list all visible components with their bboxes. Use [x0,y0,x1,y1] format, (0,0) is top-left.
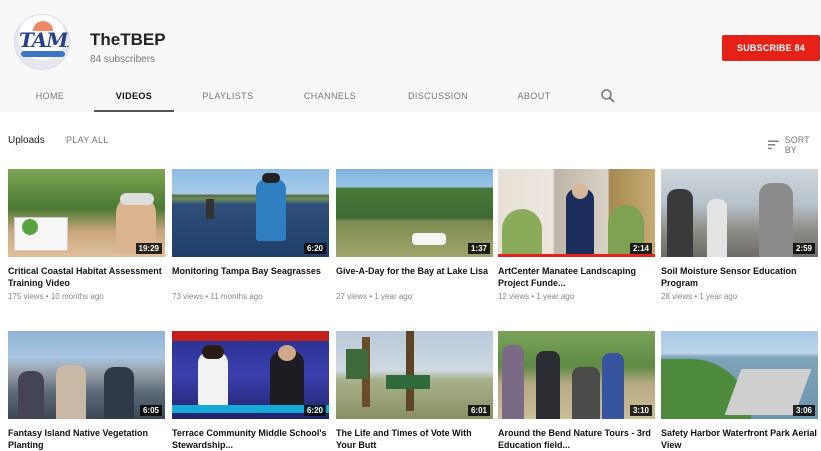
thumbnail-person [18,371,44,419]
video-duration: 2:59 [792,243,815,254]
video-title[interactable]: Safety Harbor Waterfront Park Aerial Vie… [661,427,818,451]
video-title[interactable]: Terrace Community Middle School's Stewar… [172,427,329,451]
video-duration: 1:37 [467,243,490,254]
thumbnail-person [667,189,693,257]
thumbnail-person [759,183,793,257]
thumbnail-person [602,353,624,419]
video-duration: 6:01 [467,405,490,416]
video-duration: 19:29 [135,243,162,254]
thumbnail-post [406,331,414,411]
video-title[interactable]: Around the Bend Nature Tours - 3rd Educa… [498,427,655,451]
thumbnail-person [262,173,280,183]
subscribe-button[interactable]: SUBSCRIBE 84 [722,35,820,61]
video-title[interactable]: Fantasy Island Native Vegetation Plantin… [8,427,165,451]
logo-text: TAMPA [19,28,69,52]
thumbnail-person [256,179,286,241]
sort-label: SORT BY [784,135,810,155]
video-duration: 6:20 [303,243,326,254]
video-title[interactable]: Give-A-Day for the Bay at Lake Lisa [336,265,493,289]
thumbnail-person [572,183,588,199]
thumbnail-person [120,193,154,205]
thumbnail-sign [386,375,430,389]
channel-header: TAMPA TheTBEP 84 subscribers SUBSCRIBE 8… [0,0,821,112]
channel-tabs: HOME VIDEOS PLAYLISTS CHANNELS DISCUSSIO… [0,80,821,112]
video-meta: 12 views • 1 year ago [498,292,575,301]
subscriber-count: 84 subscribers [90,54,156,65]
video-meta: 73 views • 11 months ago [172,292,263,301]
thumbnail-car [412,233,446,245]
thumbnail-person [707,199,727,257]
uploads-bar: Uploads PLAY ALL SORT BY [8,135,820,155]
video-duration: 6:05 [139,405,162,416]
video-title[interactable]: The Life and Times of Vote With Your But… [336,427,493,451]
video-meta: 175 views • 10 months ago [8,292,104,301]
video-title[interactable]: Monitoring Tampa Bay Seagrasses [172,265,329,289]
video-meta: 28 views • 1 year ago [661,292,738,301]
sort-icon [768,140,779,150]
video-card[interactable]: 3:10 Around the Bend Nature Tours - 3rd … [498,331,655,451]
video-thumbnail[interactable]: 6:01 [336,331,493,419]
sort-button[interactable]: SORT BY [768,135,820,155]
tab-videos[interactable]: VIDEOS [94,80,174,112]
thumbnail-person [536,351,560,419]
video-title[interactable]: ArtCenter Manatee Landscaping Project Fu… [498,265,655,289]
thumbnail-plants [502,209,542,255]
search-icon[interactable] [600,88,616,104]
tab-playlists[interactable]: PLAYLISTS [190,80,266,112]
watch-progress-bar [498,254,655,257]
video-thumbnail[interactable]: 3:10 [498,331,655,419]
thumbnail-person [104,367,134,419]
thumbnail-person [56,365,86,419]
video-thumbnail[interactable]: 6:20 [172,331,329,419]
thumbnail-person [278,345,296,361]
video-card[interactable]: 6:20 Monitoring Tampa Bay Seagrasses 73 … [172,169,329,301]
channel-logo[interactable]: TAMPA [14,14,70,70]
tab-home[interactable]: HOME [22,80,78,112]
video-card[interactable]: 6:01 The Life and Times of Vote With You… [336,331,493,451]
video-duration: 3:10 [629,405,652,416]
video-card[interactable]: 1:37 Give-A-Day for the Bay at Lake Lisa… [336,169,493,301]
video-thumbnail[interactable]: 2:14 [498,169,655,257]
thumbnail-person [206,199,214,219]
tab-about[interactable]: ABOUT [506,80,562,112]
video-thumbnail[interactable]: 3:06 [661,331,818,419]
video-title[interactable]: Critical Coastal Habitat Assessment Trai… [8,265,165,289]
video-meta: 27 views • 1 year ago [336,292,413,301]
thumbnail-banner [172,331,329,341]
video-card[interactable]: 6:05 Fantasy Island Native Vegetation Pl… [8,331,165,451]
video-duration: 3:06 [792,405,815,416]
thumbnail-sign [346,349,368,379]
video-thumbnail[interactable]: 1:37 [336,169,493,257]
video-duration: 2:14 [629,243,652,254]
thumbnail-person [198,351,228,409]
channel-name[interactable]: TheTBEP [90,30,166,50]
video-title[interactable]: Soil Moisture Sensor Education Program [661,265,818,289]
video-thumbnail[interactable]: 6:05 [8,331,165,419]
thumbnail-person [502,345,524,419]
thumbnail-graphic [22,219,38,235]
tab-channels[interactable]: CHANNELS [290,80,370,112]
thumbnail-person [572,367,600,419]
video-thumbnail[interactable]: 6:20 [172,169,329,257]
play-all-button[interactable]: PLAY ALL [66,135,109,145]
video-card[interactable]: 6:20 Terrace Community Middle School's S… [172,331,329,451]
video-card[interactable]: 3:06 Safety Harbor Waterfront Park Aeria… [661,331,818,451]
thumbnail-person [202,345,224,359]
video-card[interactable]: 2:14 ArtCenter Manatee Landscaping Proje… [498,169,655,301]
uploads-label: Uploads [8,135,45,146]
tab-discussion[interactable]: DISCUSSION [396,80,480,112]
video-thumbnail[interactable]: 2:59 [661,169,818,257]
video-duration: 6:20 [303,405,326,416]
video-thumbnail[interactable]: 19:29 [8,169,165,257]
logo-wave-shape [21,51,65,57]
video-card[interactable]: 19:29 Critical Coastal Habitat Assessmen… [8,169,165,301]
video-card[interactable]: 2:59 Soil Moisture Sensor Education Prog… [661,169,818,301]
